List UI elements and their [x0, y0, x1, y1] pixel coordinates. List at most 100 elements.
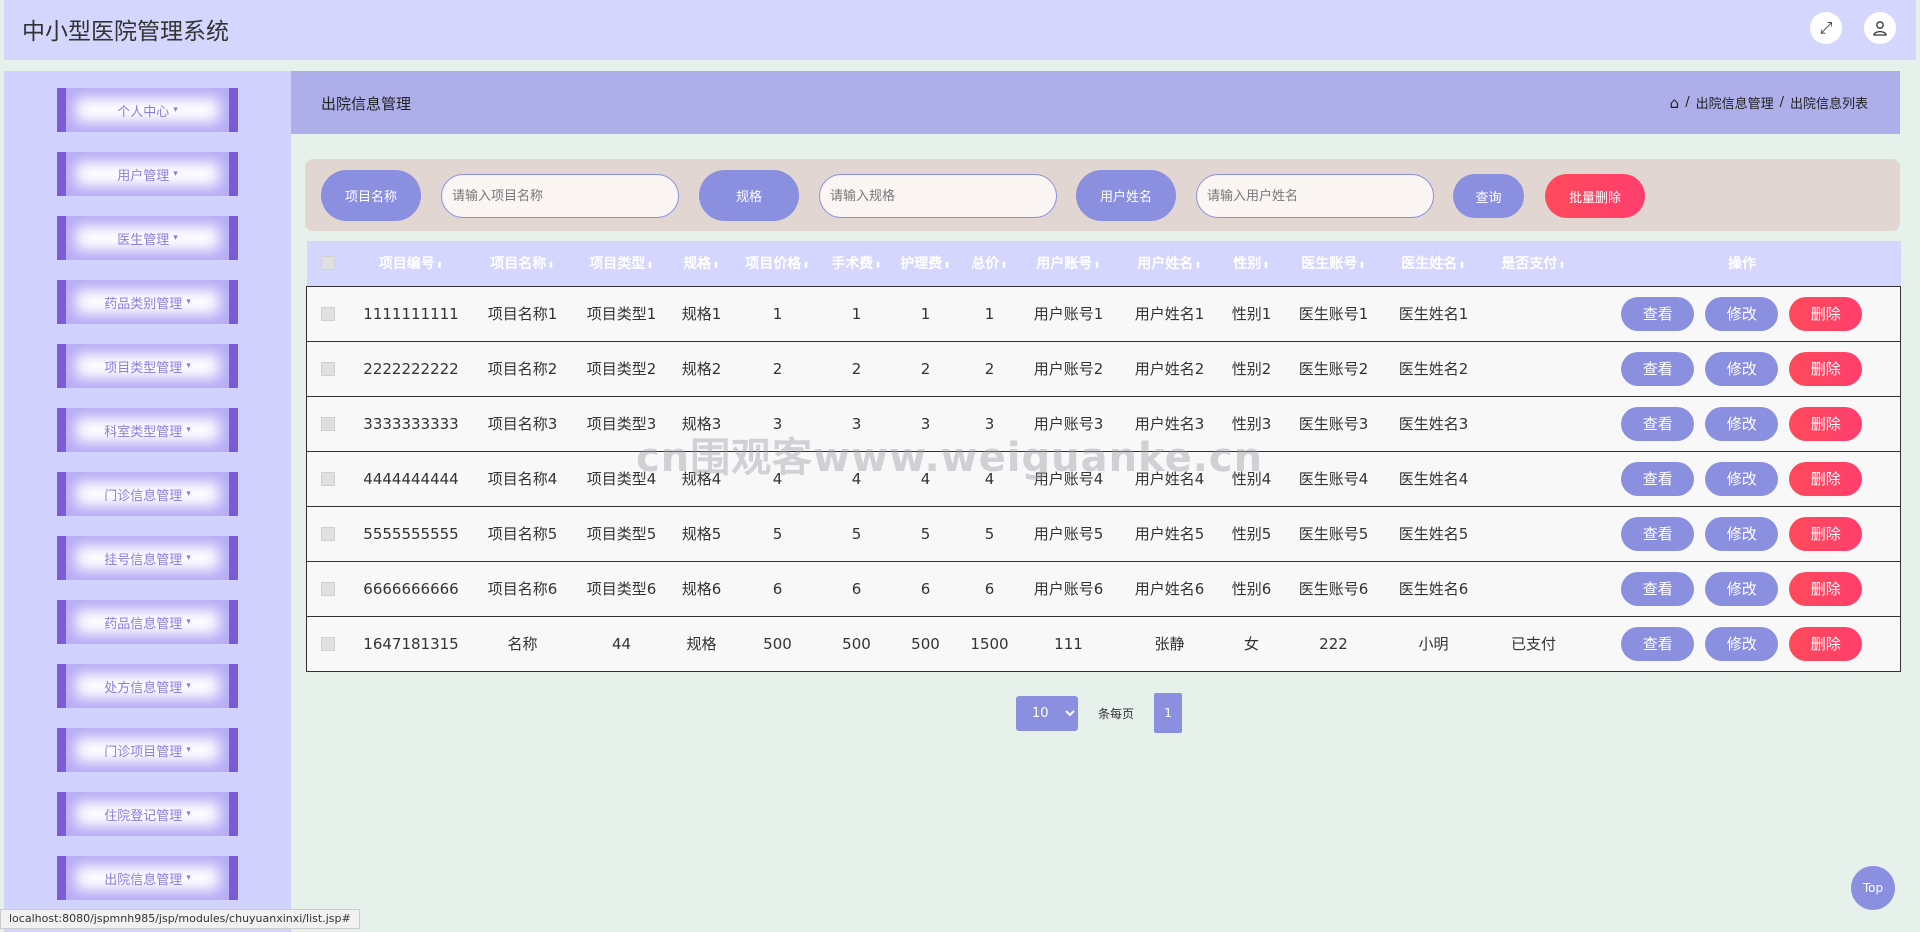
column-header[interactable]: 项目类型⬍	[572, 241, 672, 286]
user-icon[interactable]	[1864, 12, 1896, 44]
home-icon[interactable]: ⌂	[1670, 94, 1680, 112]
edit-button[interactable]: 修改	[1705, 461, 1779, 496]
column-header[interactable]: 性别⬍	[1220, 241, 1284, 286]
column-header[interactable]: 项目编号⬍	[349, 241, 474, 286]
sort-icon[interactable]: ⬍	[1093, 261, 1101, 271]
sidebar-item[interactable]: 个人中心 ▾	[57, 88, 238, 132]
sidebar-item[interactable]: 门诊项目管理 ▾	[57, 728, 238, 772]
edit-button[interactable]: 修改	[1705, 516, 1779, 551]
view-button[interactable]: 查看	[1621, 516, 1695, 551]
back-to-top-button[interactable]: Top	[1851, 866, 1895, 910]
sort-icon[interactable]: ⬍	[436, 261, 444, 271]
delete-button[interactable]: 删除	[1789, 351, 1863, 386]
sort-icon[interactable]: ⬍	[646, 261, 654, 271]
sort-icon[interactable]: ⬍	[547, 261, 555, 271]
table-cell: 项目类型6	[586, 580, 657, 598]
table-cell: 3	[984, 414, 995, 433]
sidebar: 个人中心 ▾ 用户管理 ▾ 医生管理 ▾ 药品类别管理 ▾ 项目类型管理 ▾ 科室类型管理 ▾ 门诊信息…	[4, 71, 291, 932]
column-header[interactable]: 用户姓名⬍	[1120, 241, 1220, 286]
sidebar-item[interactable]: 项目类型管理 ▾	[57, 344, 238, 388]
sort-icon[interactable]: ⬍	[1458, 261, 1466, 271]
sort-icon[interactable]: ⬍	[943, 261, 951, 271]
batch-delete-button[interactable]: 批量删除	[1545, 174, 1645, 218]
column-header[interactable]: 护理费⬍	[890, 241, 962, 286]
column-header[interactable]: 手术费⬍	[824, 241, 890, 286]
table-cell: 项目类型2	[586, 360, 657, 378]
view-button[interactable]: 查看	[1621, 626, 1695, 661]
fullscreen-icon[interactable]: ⤢	[1810, 12, 1842, 44]
view-button[interactable]: 查看	[1621, 296, 1695, 331]
row-select-cell	[307, 506, 349, 561]
column-header[interactable]: 用户账号⬍	[1018, 241, 1120, 286]
row-checkbox[interactable]	[320, 472, 335, 486]
row-actions-cell: 查看 修改 删除	[1584, 561, 1901, 616]
top-header: 中小型医院管理系统 ⤢	[4, 0, 1916, 60]
table-cell: 性别1	[1231, 305, 1272, 323]
table-cell: 医生账号1	[1298, 305, 1369, 323]
row-checkbox[interactable]	[320, 362, 335, 376]
page-size-select[interactable]: 10	[1016, 695, 1078, 731]
view-button[interactable]: 查看	[1621, 461, 1695, 496]
table-cell: 6	[984, 579, 995, 598]
table-cell: 项目名称2	[487, 360, 558, 378]
sidebar-item[interactable]: 用户管理 ▾	[57, 152, 238, 196]
row-checkbox[interactable]	[320, 307, 335, 321]
column-header-label: 手术费	[831, 256, 874, 273]
edit-button[interactable]: 修改	[1705, 296, 1779, 331]
row-checkbox[interactable]	[320, 527, 335, 541]
sidebar-item[interactable]: 处方信息管理 ▾	[57, 664, 238, 708]
row-checkbox[interactable]	[320, 417, 335, 431]
sort-icon[interactable]: ⬍	[1000, 261, 1008, 271]
delete-button[interactable]: 删除	[1789, 296, 1863, 331]
sidebar-item[interactable]: 药品类别管理 ▾	[57, 280, 238, 324]
view-button[interactable]: 查看	[1621, 406, 1695, 441]
delete-button[interactable]: 删除	[1789, 516, 1863, 551]
column-header[interactable]: 项目价格⬍	[732, 241, 824, 286]
sort-icon[interactable]: ⬍	[1558, 261, 1566, 271]
column-header[interactable]: 是否支付⬍	[1484, 241, 1584, 286]
row-actions-cell: 查看 修改 删除	[1584, 341, 1901, 396]
sort-icon[interactable]: ⬍	[712, 261, 720, 271]
table-cell: 用户账号3	[1033, 415, 1104, 433]
column-header[interactable]: 医生账号⬍	[1284, 241, 1384, 286]
view-button[interactable]: 查看	[1621, 351, 1695, 386]
edit-button[interactable]: 修改	[1705, 406, 1779, 441]
page-number-current[interactable]: 1	[1154, 693, 1183, 733]
edit-button[interactable]: 修改	[1705, 626, 1779, 661]
edit-button[interactable]: 修改	[1705, 351, 1779, 386]
sort-icon[interactable]: ⬍	[1358, 261, 1366, 271]
sort-icon[interactable]: ⬍	[874, 261, 882, 271]
column-header[interactable]: 总价⬍	[962, 241, 1018, 286]
sort-icon[interactable]: ⬍	[1262, 261, 1270, 271]
sidebar-item[interactable]: 药品信息管理 ▾	[57, 600, 238, 644]
delete-button[interactable]: 删除	[1789, 406, 1863, 441]
column-header-label: 医生账号	[1301, 256, 1358, 273]
sort-icon[interactable]: ⬍	[802, 261, 810, 271]
sidebar-item[interactable]: 出院信息管理 ▾	[57, 856, 238, 900]
sidebar-item[interactable]: 科室类型管理 ▾	[57, 408, 238, 452]
row-checkbox[interactable]	[320, 582, 335, 596]
sidebar-item[interactable]: 门诊信息管理 ▾	[57, 472, 238, 516]
column-header[interactable]: 医生姓名⬍	[1384, 241, 1484, 286]
select-all-checkbox[interactable]	[320, 256, 335, 271]
row-checkbox[interactable]	[320, 637, 335, 651]
user-name-input[interactable]	[1196, 174, 1434, 218]
delete-button[interactable]: 删除	[1789, 626, 1863, 661]
query-button[interactable]: 查询	[1453, 174, 1524, 218]
table-cell: 用户账号1	[1033, 305, 1104, 323]
edit-button[interactable]: 修改	[1705, 571, 1779, 606]
project-name-input[interactable]	[441, 174, 679, 218]
sidebar-item[interactable]: 医生管理 ▾	[57, 216, 238, 260]
spec-input[interactable]	[819, 174, 1057, 218]
sidebar-item[interactable]: 挂号信息管理 ▾	[57, 536, 238, 580]
table-cell: 性别6	[1231, 580, 1272, 598]
sidebar-item[interactable]: 住院登记管理 ▾	[57, 792, 238, 836]
breadcrumb-level1[interactable]: 出院信息管理	[1696, 93, 1774, 112]
view-button[interactable]: 查看	[1621, 571, 1695, 606]
delete-button[interactable]: 删除	[1789, 461, 1863, 496]
column-header[interactable]: 规格⬍	[672, 241, 732, 286]
column-header[interactable]: 项目名称⬍	[474, 241, 572, 286]
table-cell: 规格1	[681, 305, 722, 323]
delete-button[interactable]: 删除	[1789, 571, 1863, 606]
sort-icon[interactable]: ⬍	[1194, 261, 1202, 271]
